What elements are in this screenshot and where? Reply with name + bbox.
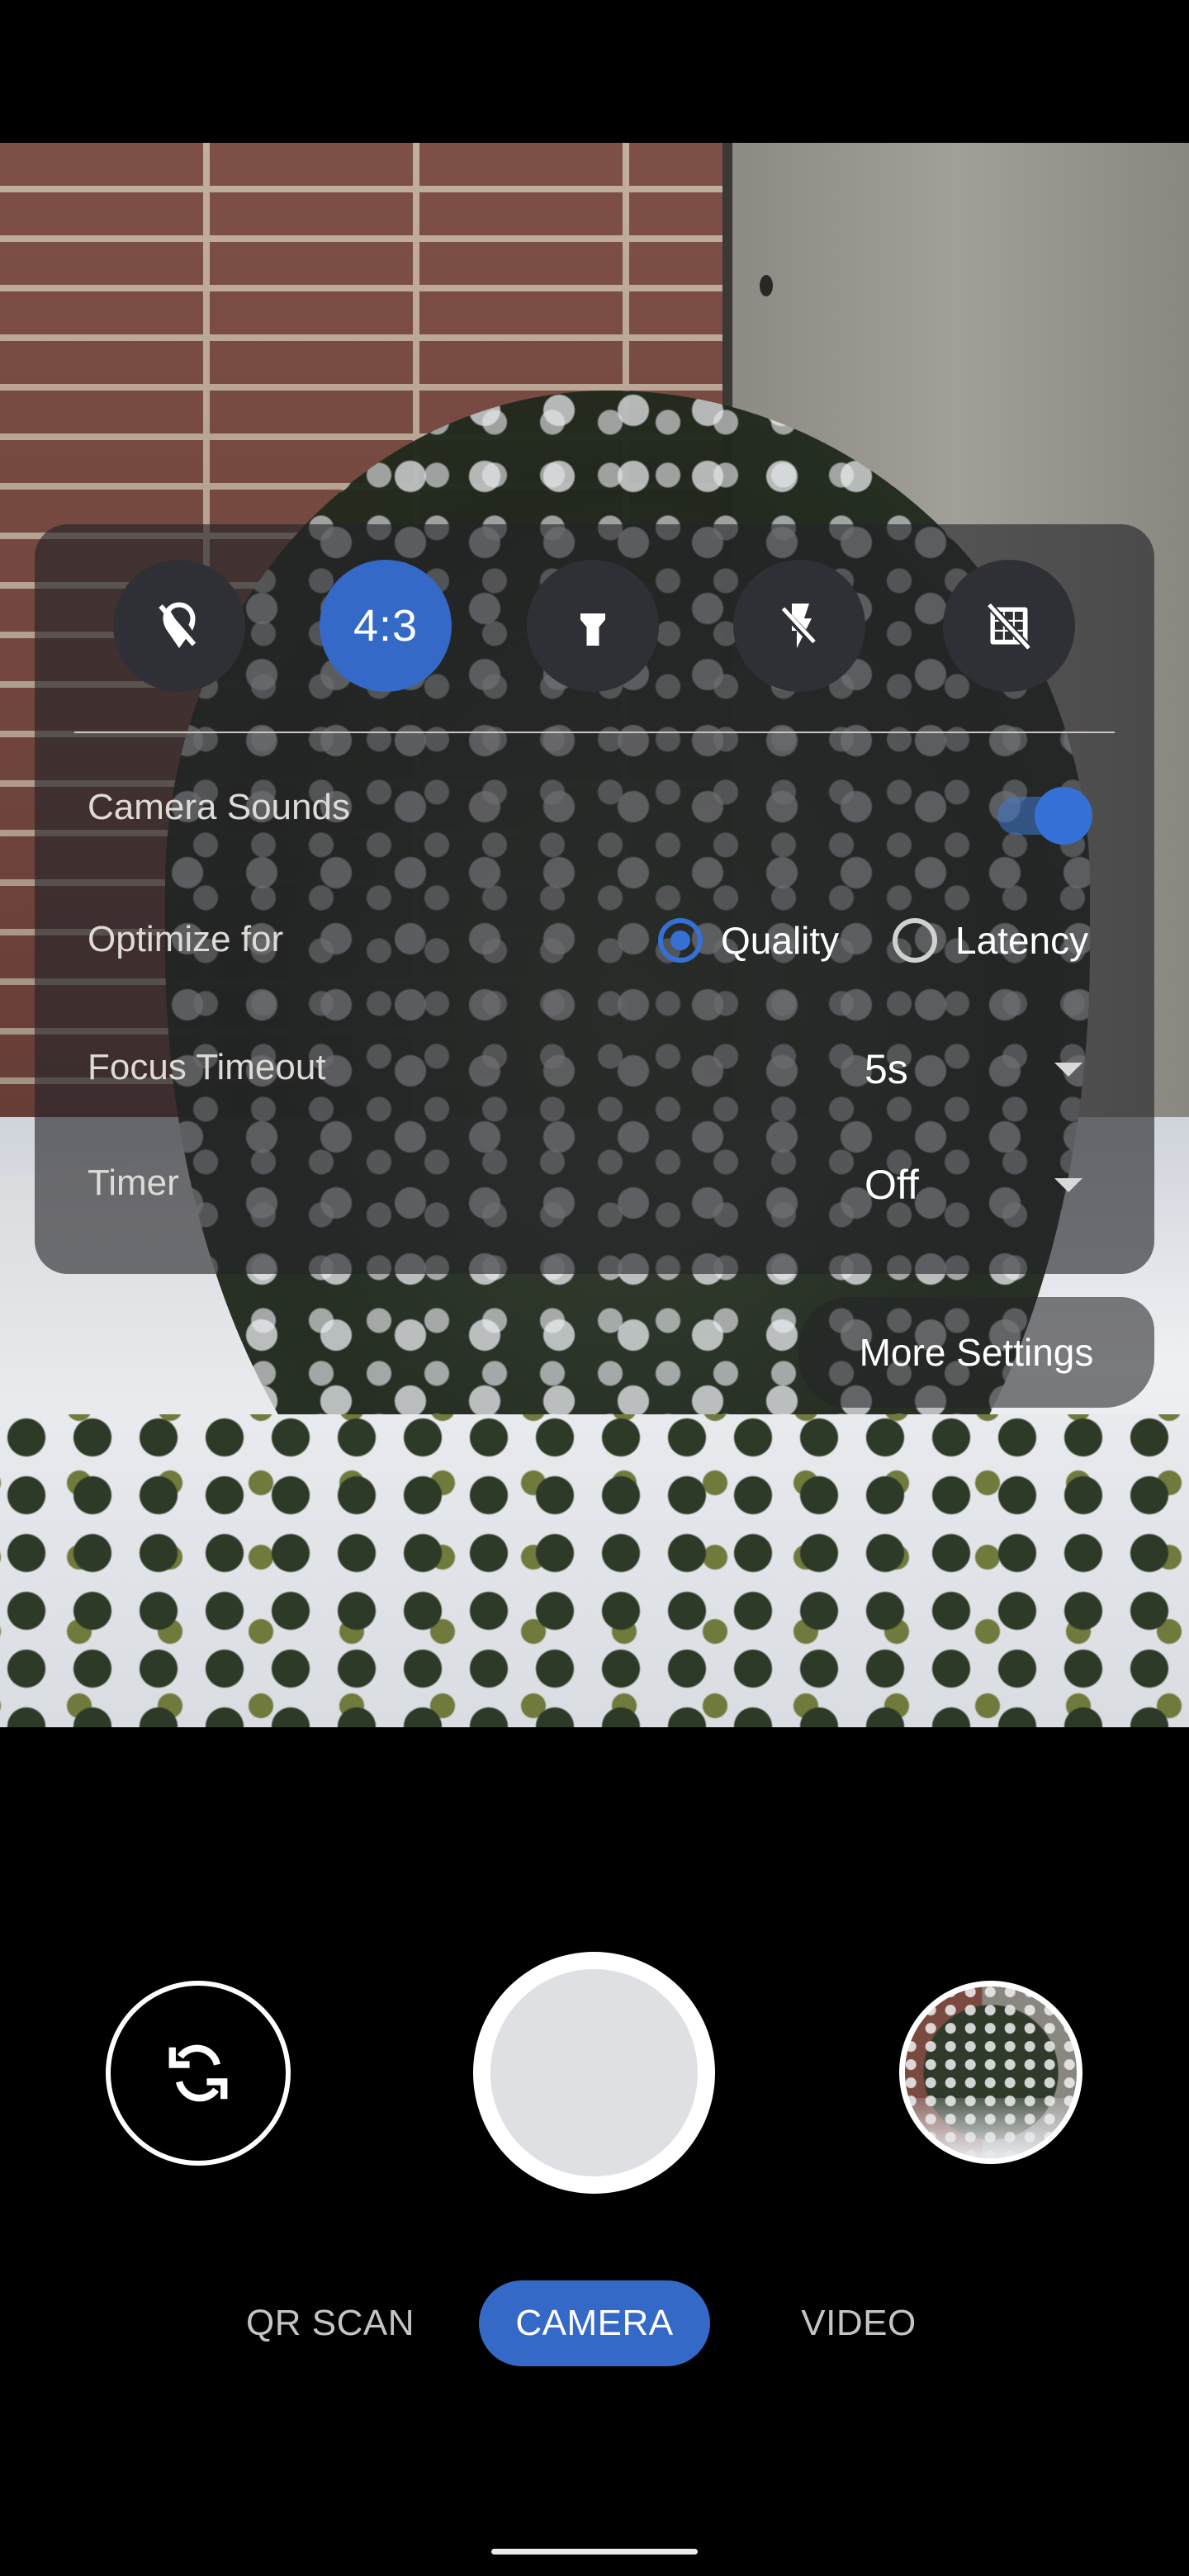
focus-timeout-dropdown[interactable]: 5s [865, 1036, 1096, 1102]
focus-timeout-label: Focus Timeout [88, 1047, 326, 1087]
aspect-ratio-button[interactable]: 4:3 [320, 560, 452, 692]
radio-latency[interactable]: Latency [893, 909, 1088, 972]
camera-sounds-toggle[interactable] [997, 787, 1092, 845]
ivy-foreground [0, 1414, 1189, 1727]
mode-selector: QR SCAN CAMERA VIDEO [0, 2280, 1189, 2366]
shutter-inner [490, 1969, 698, 2176]
more-settings-button[interactable]: More Settings [798, 1297, 1154, 1408]
flash-button[interactable] [733, 560, 865, 692]
switch-camera-button[interactable] [106, 1981, 291, 2166]
radio-latency-label: Latency [955, 919, 1089, 962]
quick-settings-row: 4:3 [35, 524, 1154, 731]
toggle-thumb [1035, 787, 1092, 845]
location-off-icon [159, 602, 197, 648]
switch-camera-icon [168, 2044, 228, 2102]
dropdown-arrow-icon [1054, 1062, 1082, 1077]
radio-quality-label: Quality [721, 919, 840, 962]
last-photo-image [905, 1986, 1077, 2158]
radio-quality[interactable]: Quality [658, 909, 839, 972]
camera-sounds-label: Camera Sounds [88, 787, 350, 827]
mode-qr-scan[interactable]: QR SCAN [239, 2280, 421, 2366]
grid-button[interactable] [943, 560, 1075, 692]
mode-video[interactable]: VIDEO [768, 2280, 950, 2366]
flashlight-icon [580, 613, 605, 646]
aspect-ratio-label: 4:3 [353, 601, 419, 651]
panel-divider [74, 732, 1115, 733]
torch-button[interactable] [527, 560, 659, 692]
location-toggle-button[interactable] [113, 560, 245, 692]
wall-hole [760, 275, 773, 296]
settings-panel: 4:3 Camera Sounds Optimize for Quality L… [35, 524, 1154, 1274]
timer-dropdown[interactable]: Off [865, 1152, 1096, 1218]
mode-camera[interactable]: CAMERA [479, 2280, 710, 2366]
flash-off-icon [779, 604, 817, 648]
grid-off-icon [986, 602, 1032, 651]
gallery-thumbnail[interactable] [899, 1981, 1082, 2164]
focus-timeout-value: 5s [865, 1046, 908, 1092]
timer-value: Off [865, 1162, 919, 1208]
home-indicator[interactable] [491, 2549, 698, 2555]
dropdown-arrow-icon [1054, 1177, 1082, 1192]
timer-label: Timer [88, 1163, 179, 1203]
optimize-for-label: Optimize for [88, 919, 284, 959]
shutter-button[interactable] [473, 1952, 715, 2194]
radio-checked-icon [658, 918, 703, 963]
radio-unchecked-icon [893, 918, 937, 963]
